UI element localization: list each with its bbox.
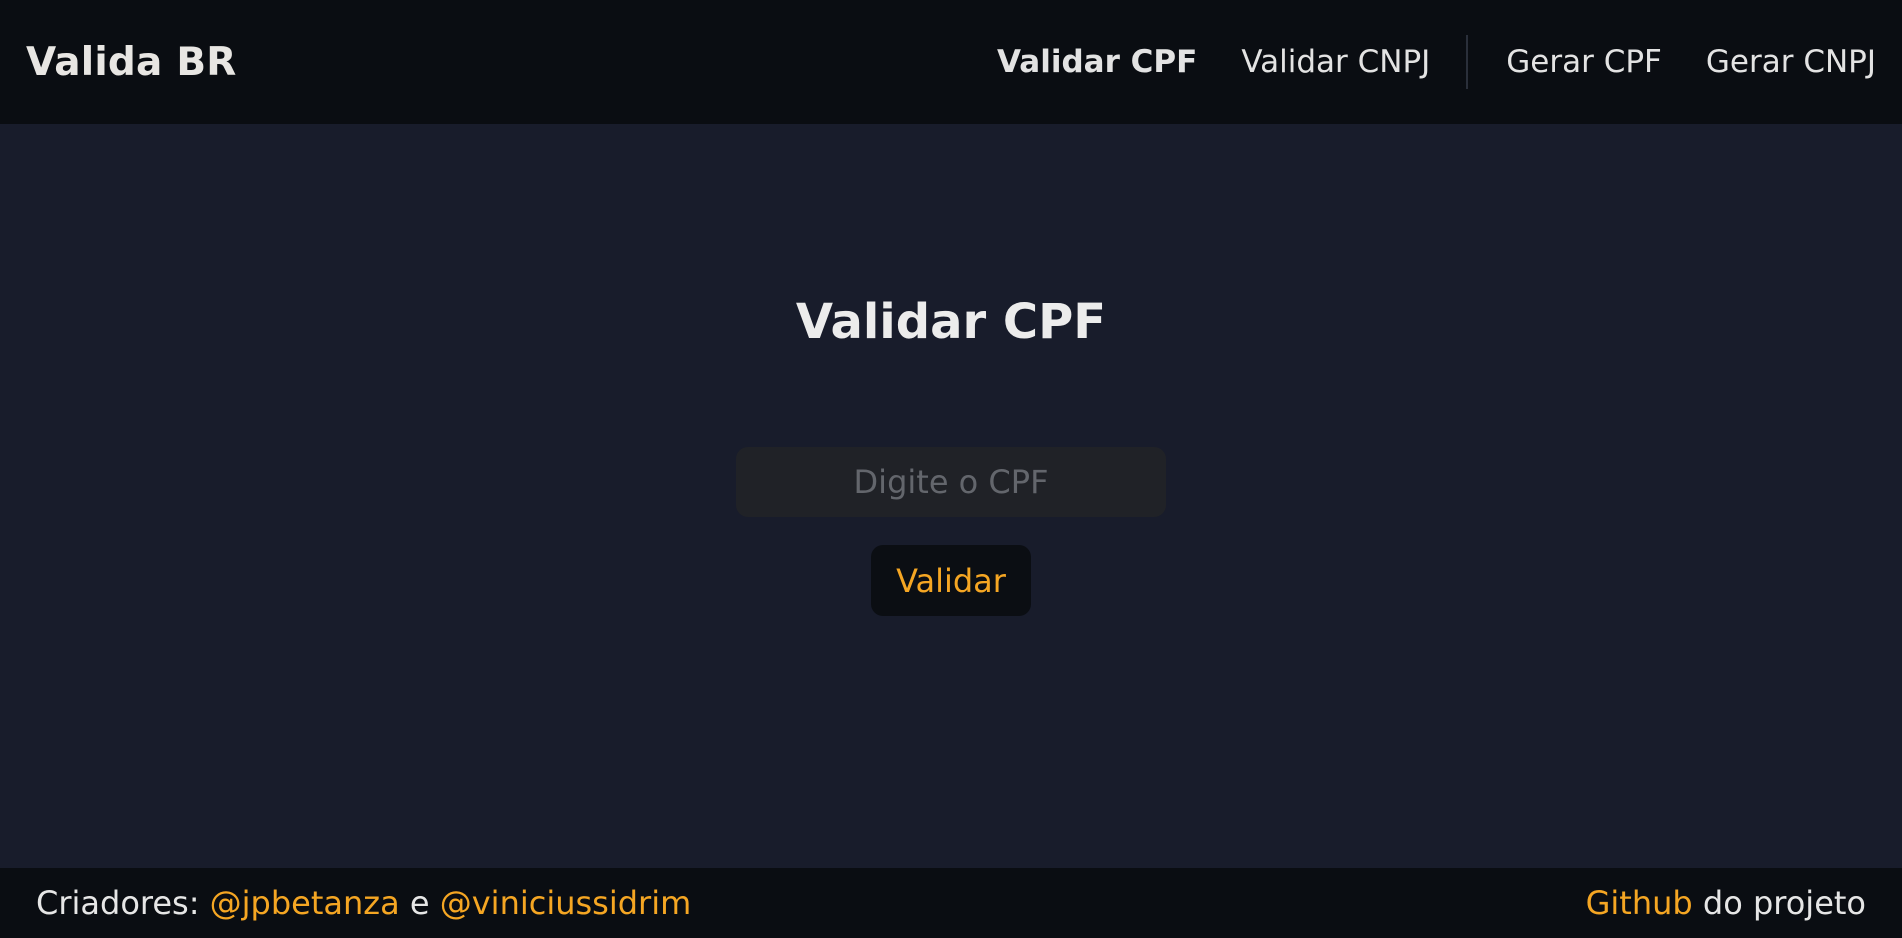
nav-validar-cnpj[interactable]: Validar CNPJ <box>1241 44 1430 80</box>
nav-gerar-cpf[interactable]: Gerar CPF <box>1506 44 1662 80</box>
github-suffix: do projeto <box>1692 884 1866 922</box>
main-content: Validar CPF Validar <box>0 124 1902 868</box>
nav-validar-cpf[interactable]: Validar CPF <box>997 44 1197 80</box>
creator-link-jpbetanza[interactable]: @jpbetanza <box>210 884 400 922</box>
main-nav: Validar CPF Validar CNPJ Gerar CPF Gerar… <box>997 0 1876 124</box>
nav-gerar-cnpj[interactable]: Gerar CNPJ <box>1706 44 1876 80</box>
page-title: Validar CPF <box>795 294 1107 350</box>
app-root: Valida BR Validar CPF Validar CNPJ Gerar… <box>0 0 1902 938</box>
github-link[interactable]: Github <box>1586 884 1693 922</box>
footer-github: Github do projeto <box>1586 884 1866 922</box>
creators-connector: e <box>399 884 440 922</box>
validate-button[interactable]: Validar <box>871 545 1031 616</box>
brand-logo[interactable]: Valida BR <box>26 40 236 85</box>
footer: Criadores: @jpbetanza e @viniciussidrim … <box>0 868 1902 938</box>
footer-creators: Criadores: @jpbetanza e @viniciussidrim <box>36 884 691 922</box>
cpf-input[interactable] <box>736 447 1166 517</box>
creator-link-viniciussidrim[interactable]: @viniciussidrim <box>440 884 692 922</box>
creators-label: Criadores: <box>36 884 210 922</box>
top-navbar: Valida BR Validar CPF Validar CNPJ Gerar… <box>0 0 1902 124</box>
nav-divider <box>1466 35 1469 89</box>
